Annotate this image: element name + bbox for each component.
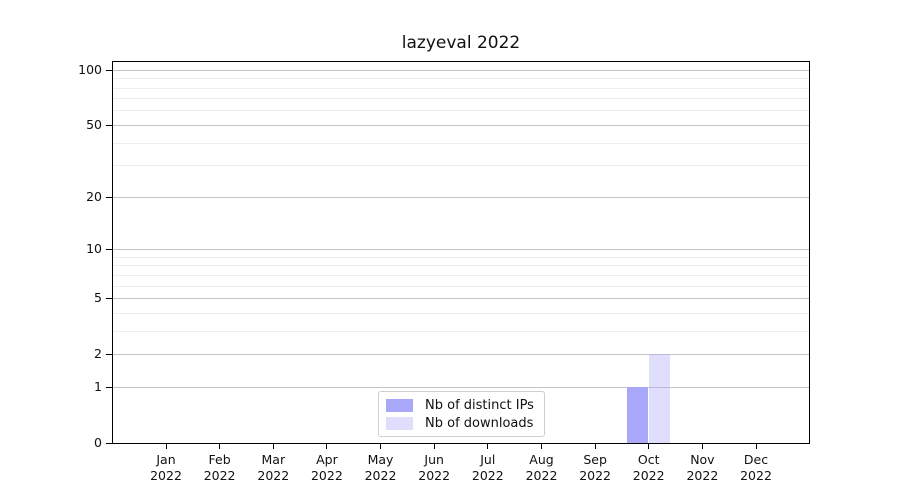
legend: Nb of distinct IPs Nb of downloads (378, 391, 545, 437)
bar-nb-of-downloads (649, 354, 671, 443)
x-axis-tick (219, 443, 221, 449)
gridline-major (113, 249, 809, 250)
x-axis-tick (701, 443, 703, 449)
x-axis-tick-label: Dec 2022 (724, 452, 788, 483)
gridline-major (113, 298, 809, 299)
legend-label-distinct-ips: Nb of distinct IPs (425, 398, 534, 413)
legend-item-downloads: Nb of downloads (386, 415, 537, 432)
gridline-major (113, 124, 809, 126)
y-axis-tick-label: 5 (94, 290, 102, 305)
gridline-minor (113, 142, 809, 144)
gridline-minor (113, 285, 809, 287)
legend-swatch-distinct-ips (386, 399, 413, 412)
gridline-major (113, 196, 809, 198)
y-axis-tick (106, 124, 112, 126)
x-axis-tick (380, 443, 381, 449)
plot-area (112, 61, 810, 449)
gridline-minor (113, 78, 809, 80)
x-axis-tick (272, 443, 274, 449)
y-axis-tick (106, 443, 112, 444)
y-axis-tick (106, 196, 112, 198)
gridline-minor (113, 256, 809, 258)
x-label-month: Dec (743, 452, 769, 467)
gridline-major (113, 69, 809, 71)
legend-label-downloads: Nb of downloads (425, 416, 534, 431)
x-axis-tick (165, 443, 167, 449)
y-axis-tick-label: 50 (86, 116, 102, 132)
x-axis-tick (648, 443, 650, 449)
x-axis-tick (755, 443, 757, 449)
x-axis-tick (326, 443, 328, 449)
gridline-major (113, 354, 809, 356)
chart-canvas: lazyeval 2022 Nb of distinct IPs Nb of d… (0, 0, 900, 500)
y-axis-tick-label: 0 (94, 435, 102, 450)
y-axis-tick (106, 354, 112, 356)
y-axis-tick (106, 249, 112, 250)
gridline-major (113, 386, 809, 388)
legend-item-distinct-ips: Nb of distinct IPs (386, 397, 537, 414)
y-axis-tick (106, 298, 112, 299)
gridline-minor (113, 165, 809, 167)
bar-nb-of-distinct-ips (627, 386, 649, 443)
x-label-year: 2022 (740, 467, 772, 483)
gridline-minor (113, 110, 809, 112)
legend-swatch-downloads (386, 417, 413, 430)
y-axis-tick-label: 100 (78, 61, 102, 77)
y-axis-tick-label: 2 (94, 346, 102, 362)
y-axis-tick (106, 69, 112, 71)
gridline-minor (113, 98, 809, 100)
y-axis-tick (106, 386, 112, 388)
gridline-minor (113, 312, 809, 314)
gridline-minor (113, 330, 809, 332)
gridline-minor (113, 274, 809, 276)
x-axis-tick (433, 443, 435, 449)
y-axis-tick-label: 20 (86, 188, 102, 204)
y-axis-tick-label: 1 (94, 378, 102, 394)
chart-title: lazyeval 2022 (401, 33, 521, 53)
x-axis-tick (487, 443, 489, 449)
gridline-minor (113, 265, 809, 267)
x-axis-tick (594, 443, 596, 449)
y-axis-tick-label: 10 (86, 241, 102, 256)
x-axis-tick (541, 443, 542, 449)
gridline-minor (113, 87, 809, 89)
